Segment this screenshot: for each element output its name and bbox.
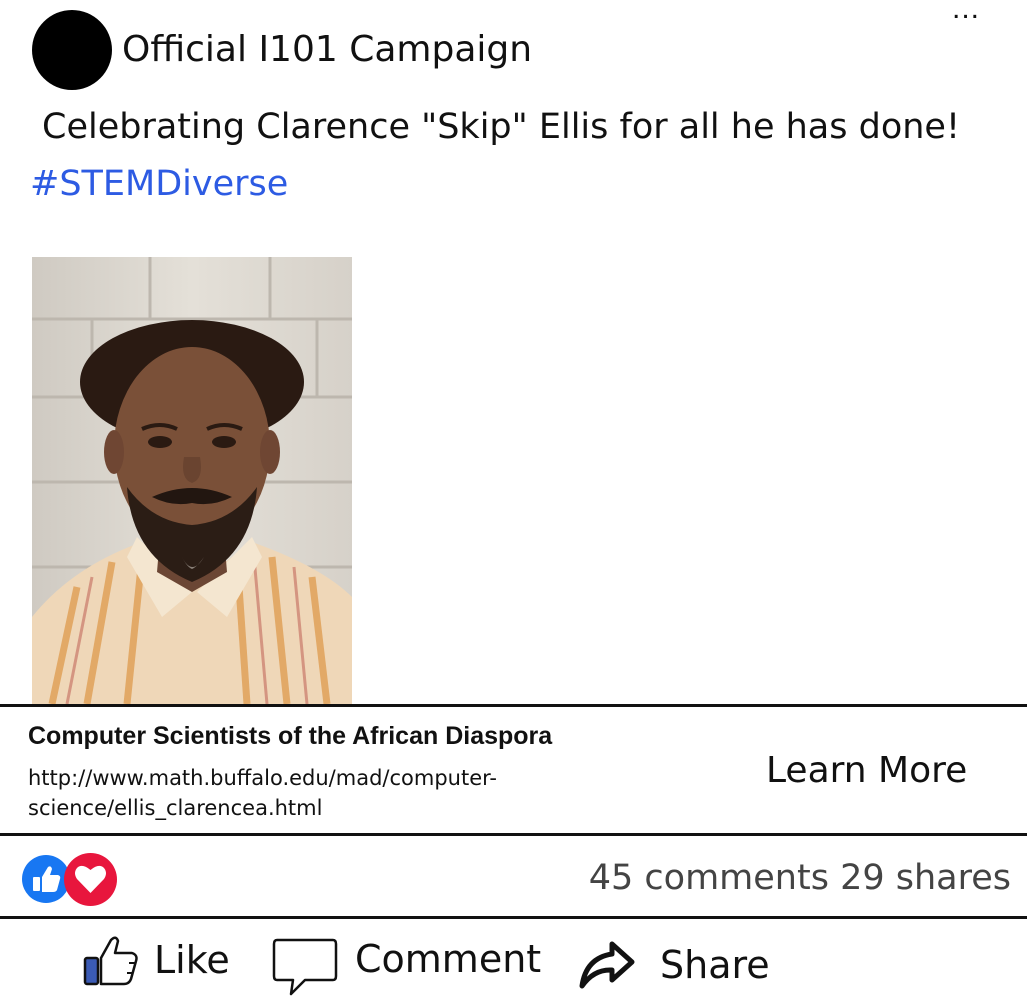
more-options-icon[interactable]: ...: [952, 0, 980, 24]
share-button[interactable]: Share: [578, 940, 770, 990]
share-arrow-icon: [579, 941, 635, 989]
thumbs-up-icon: [33, 866, 61, 892]
comment-label: Comment: [355, 937, 542, 981]
like-reaction-icon[interactable]: [22, 855, 70, 903]
divider-top: [0, 704, 1027, 707]
comments-count[interactable]: 45 comments: [589, 858, 829, 898]
post-photo[interactable]: [32, 257, 352, 704]
link-title[interactable]: Computer Scientists of the African Diasp…: [28, 720, 552, 752]
like-label: Like: [154, 938, 230, 982]
engagement-counts[interactable]: 45 comments 29 shares: [589, 857, 1011, 899]
heart-icon: [75, 865, 106, 893]
author-name[interactable]: Official I101 Campaign: [122, 28, 532, 72]
portrait-image: [32, 257, 352, 704]
divider-middle: [0, 833, 1027, 836]
link-url-line-2: science/ellis_clarencea.html: [28, 796, 323, 820]
link-url[interactable]: http://www.math.buffalo.edu/mad/computer…: [28, 763, 588, 823]
post-text: Celebrating Clarence "Skip" Ellis for al…: [42, 107, 960, 147]
link-url-line-1: http://www.math.buffalo.edu/mad/computer…: [28, 766, 497, 790]
divider-bottom: [0, 916, 1027, 919]
share-label: Share: [660, 943, 770, 987]
comment-button[interactable]: Comment: [271, 936, 541, 998]
author-avatar[interactable]: [32, 10, 112, 90]
hashtag-link[interactable]: #STEMDiverse: [30, 163, 288, 205]
like-button[interactable]: Like: [82, 932, 230, 988]
love-reaction-icon[interactable]: [64, 853, 117, 906]
comment-bubble-icon: [272, 938, 338, 996]
learn-more-button[interactable]: Learn More: [766, 750, 967, 792]
shares-count[interactable]: 29 shares: [840, 858, 1011, 898]
like-thumb-icon: [83, 936, 138, 986]
